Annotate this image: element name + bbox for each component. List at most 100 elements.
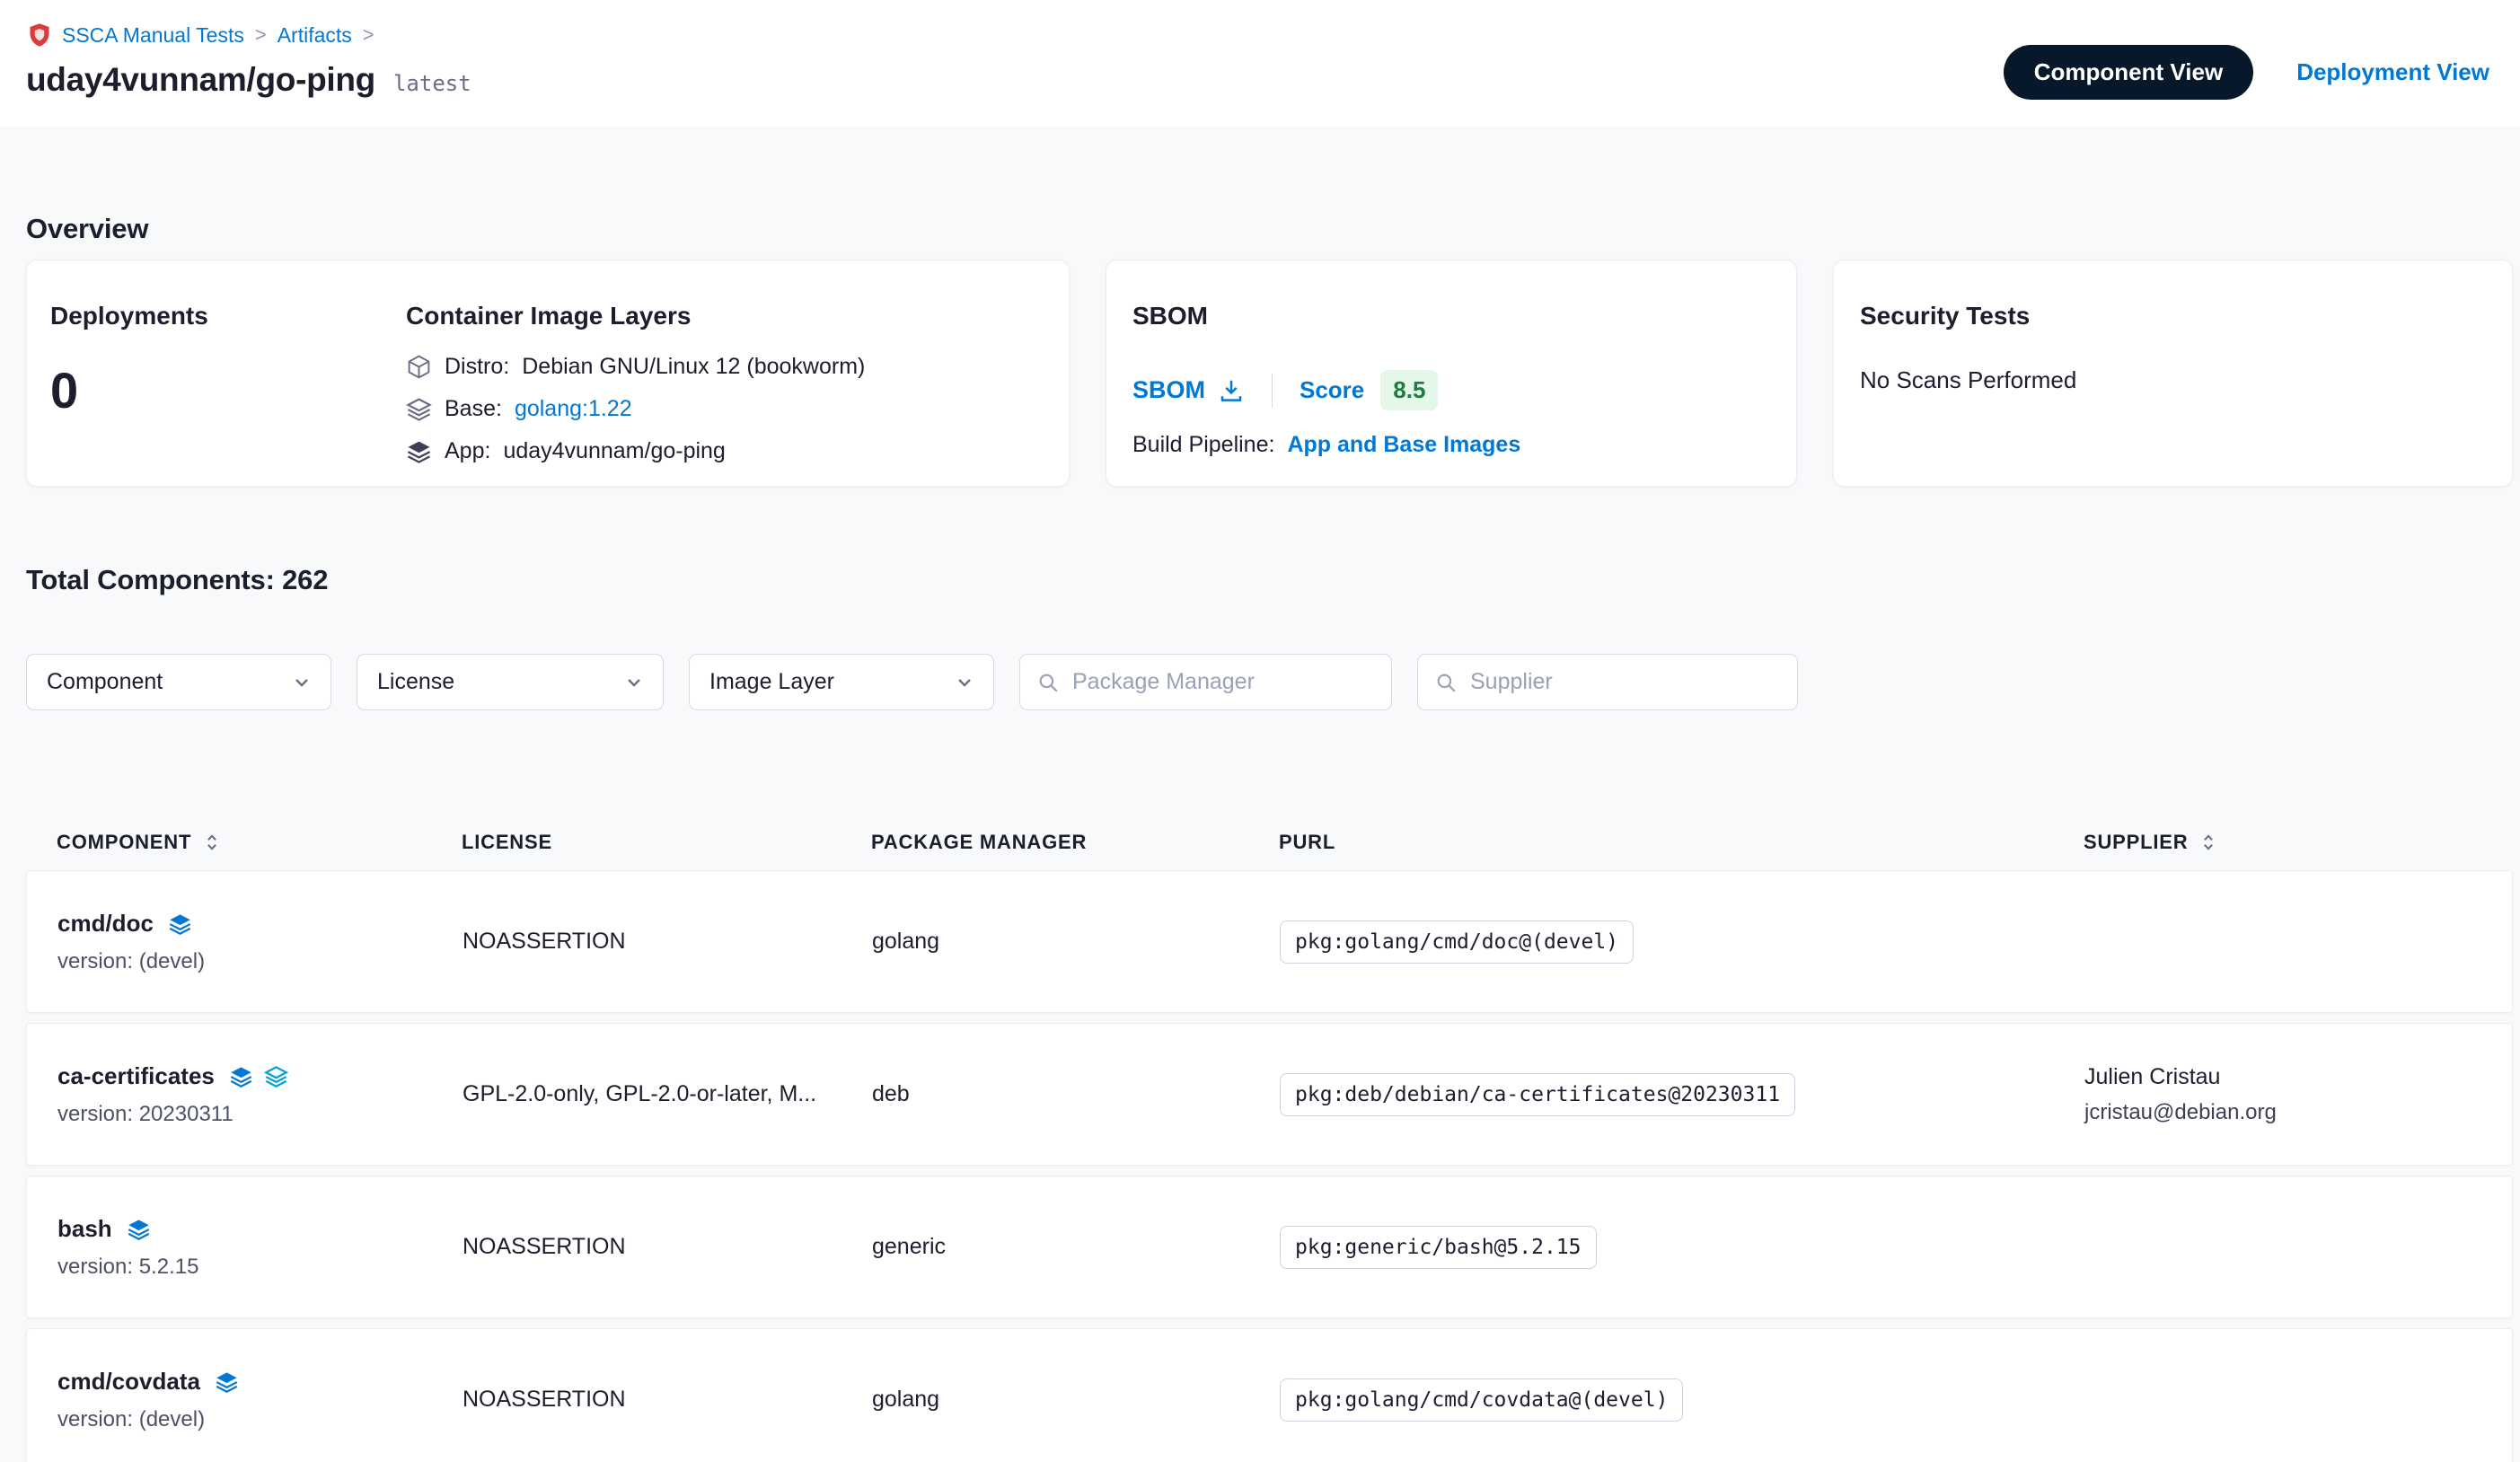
- column-header-supplier[interactable]: SUPPLIER: [2084, 831, 2486, 854]
- page-header: SSCA Manual Tests > Artifacts > uday4vun…: [0, 0, 2520, 127]
- harness-logo-icon[interactable]: [26, 22, 53, 48]
- purl-chip[interactable]: pkg:generic/bash@5.2.15: [1280, 1226, 1597, 1269]
- table-row[interactable]: bash version: 5.2.15 NOASSERTION generic…: [26, 1176, 2513, 1318]
- column-header-purl: PURL: [1279, 831, 2084, 854]
- score-badge: 8.5: [1380, 370, 1438, 410]
- package-manager-cell: golang: [872, 1387, 1280, 1413]
- component-name: cmd/doc: [57, 910, 154, 938]
- base-line: Base: golang:1.22: [406, 396, 865, 422]
- app-label: App:: [445, 438, 490, 464]
- image-layers-section: Container Image Layers Distro: Debian GN…: [406, 302, 865, 450]
- breadcrumb-artifacts-link[interactable]: Artifacts: [278, 23, 352, 48]
- layer-icons: [229, 1064, 288, 1088]
- component-cell: ca-certificates version: 20230311: [57, 1062, 463, 1127]
- image-layer-filter-dropdown[interactable]: Image Layer: [689, 654, 994, 710]
- deployments-title: Deployments: [50, 302, 406, 330]
- deployments-layers-card: Deployments 0 Container Image Layers Dis…: [26, 260, 1070, 487]
- sbom-row: SBOM Score 8.5: [1132, 370, 1760, 410]
- build-pipeline-label: Build Pipeline:: [1132, 432, 1274, 458]
- score-label: Score: [1300, 376, 1364, 404]
- image-layers-title: Container Image Layers: [406, 302, 865, 330]
- supplier-email: jcristau@debian.org: [2084, 1100, 2485, 1125]
- sort-icon: [202, 832, 222, 852]
- supplier-name: Julien Cristau: [2084, 1064, 2485, 1090]
- component-version: version: (devel): [57, 949, 463, 974]
- component-version: version: 20230311: [57, 1102, 463, 1127]
- purl-cell: pkg:golang/cmd/doc@(devel): [1280, 920, 2084, 964]
- overview-cards: Deployments 0 Container Image Layers Dis…: [26, 260, 2513, 487]
- column-header-component[interactable]: COMPONENT: [57, 831, 462, 854]
- component-cell: bash version: 5.2.15: [57, 1215, 463, 1280]
- layer-icons: [168, 912, 192, 936]
- table-row[interactable]: ca-certificates version: 20230311 GPL-2.…: [26, 1023, 2513, 1166]
- column-header-package-manager: PACKAGE MANAGER: [871, 831, 1279, 854]
- purl-cell: pkg:deb/debian/ca-certificates@20230311: [1280, 1073, 2084, 1116]
- supplier-cell: Julien Cristau jcristau@debian.org: [2084, 1064, 2485, 1125]
- purl-chip[interactable]: pkg:golang/cmd/doc@(devel): [1280, 920, 1634, 964]
- cube-icon: [406, 354, 432, 380]
- download-icon: [1218, 377, 1245, 404]
- breadcrumb: SSCA Manual Tests > Artifacts >: [26, 22, 471, 48]
- security-tests-status: No Scans Performed: [1860, 366, 2476, 394]
- package-manager-search: [1019, 654, 1392, 710]
- component-cell: cmd/doc version: (devel): [57, 910, 463, 974]
- sbom-card-title: SBOM: [1132, 302, 1760, 330]
- table-row[interactable]: cmd/doc version: (devel) NOASSERTION gol…: [26, 870, 2513, 1013]
- license-cell: NOASSERTION: [463, 1234, 872, 1260]
- image-layers-list: Distro: Debian GNU/Linux 12 (bookworm) B…: [406, 354, 865, 464]
- app-line: App: uday4vunnam/go-ping: [406, 438, 865, 464]
- deployments-section: Deployments 0: [50, 302, 406, 450]
- package-manager-input[interactable]: [1072, 669, 1375, 695]
- sbom-download-link[interactable]: SBOM: [1132, 376, 1245, 404]
- component-version: version: (devel): [57, 1407, 463, 1432]
- view-switch: Component View Deployment View: [2004, 45, 2489, 100]
- title-row: uday4vunnam/go-ping latest: [26, 61, 471, 99]
- layer-icons: [127, 1217, 151, 1241]
- chevron-down-icon: [954, 672, 975, 693]
- component-cell: cmd/covdata version: (devel): [57, 1368, 463, 1432]
- distro-label: Distro:: [445, 354, 509, 380]
- breadcrumb-separator: >: [361, 23, 376, 47]
- layers-icon: [215, 1370, 239, 1394]
- artifact-tag: latest: [393, 71, 471, 96]
- build-pipeline-link[interactable]: App and Base Images: [1287, 432, 1520, 458]
- supplier-input[interactable]: [1470, 669, 1781, 695]
- purl-cell: pkg:golang/cmd/covdata@(devel): [1280, 1378, 2084, 1422]
- base-label: Base:: [445, 396, 502, 422]
- component-view-button[interactable]: Component View: [2004, 45, 2253, 100]
- breadcrumb-separator: >: [253, 23, 269, 47]
- column-header-license: LICENSE: [462, 831, 871, 854]
- layers-icon: [264, 1064, 288, 1088]
- deployment-view-button[interactable]: Deployment View: [2296, 58, 2489, 86]
- license-filter-dropdown[interactable]: License: [357, 654, 664, 710]
- package-manager-cell: golang: [872, 929, 1280, 955]
- search-icon: [1036, 671, 1060, 694]
- purl-chip[interactable]: pkg:golang/cmd/covdata@(devel): [1280, 1378, 1683, 1422]
- deployments-count: 0: [50, 361, 406, 419]
- purl-chip[interactable]: pkg:deb/debian/ca-certificates@20230311: [1280, 1073, 1795, 1116]
- distro-line: Distro: Debian GNU/Linux 12 (bookworm): [406, 354, 865, 380]
- component-version: version: 5.2.15: [57, 1255, 463, 1280]
- main-content: Overview Deployments 0 Container Image L…: [0, 213, 2520, 1462]
- layer-icons: [215, 1370, 239, 1394]
- header-left: SSCA Manual Tests > Artifacts > uday4vun…: [26, 22, 471, 99]
- sort-icon: [2198, 832, 2218, 852]
- layers-icon: [127, 1217, 151, 1241]
- supplier-search: [1417, 654, 1798, 710]
- total-components-heading: Total Components: 262: [26, 564, 2513, 596]
- component-filter-dropdown[interactable]: Component: [26, 654, 331, 710]
- base-image-link[interactable]: golang:1.22: [515, 396, 632, 422]
- security-tests-title: Security Tests: [1860, 302, 2476, 330]
- app-value: uday4vunnam/go-ping: [503, 438, 725, 464]
- component-name: bash: [57, 1215, 112, 1243]
- purl-cell: pkg:generic/bash@5.2.15: [1280, 1226, 2084, 1269]
- layers-icon: [406, 438, 432, 464]
- table-row[interactable]: cmd/covdata version: (devel) NOASSERTION…: [26, 1328, 2513, 1462]
- component-name: ca-certificates: [57, 1062, 215, 1090]
- chevron-down-icon: [623, 672, 645, 693]
- breadcrumb-project-link[interactable]: SSCA Manual Tests: [62, 23, 244, 48]
- overview-heading: Overview: [26, 213, 2513, 245]
- search-icon: [1434, 671, 1458, 694]
- license-cell: GPL-2.0-only, GPL-2.0-or-later, M...: [463, 1081, 872, 1107]
- package-manager-cell: generic: [872, 1234, 1280, 1260]
